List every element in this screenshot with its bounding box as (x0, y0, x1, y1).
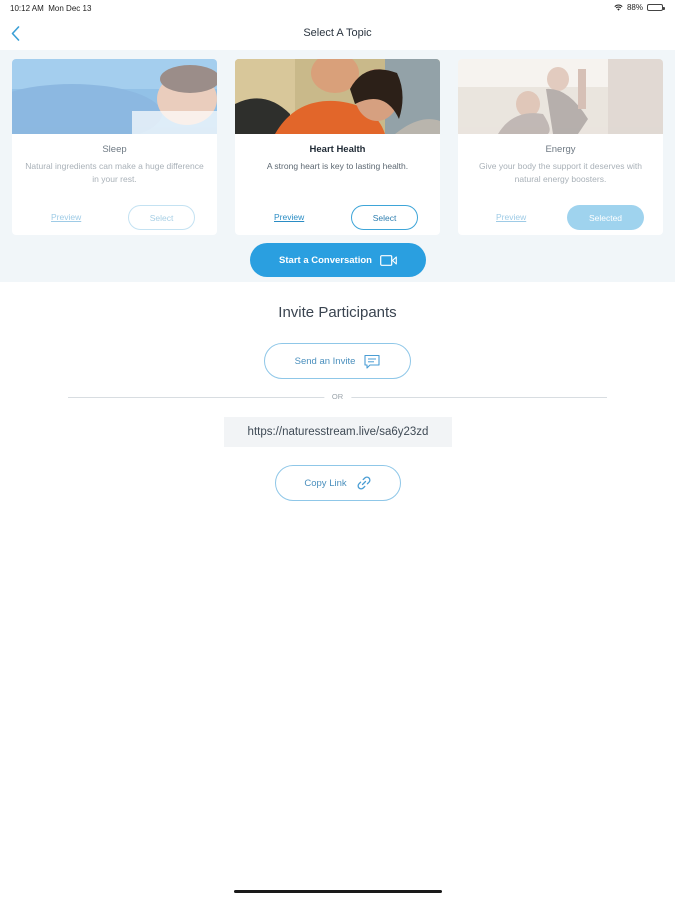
select-button[interactable]: Select (128, 205, 195, 230)
copy-link-label: Copy Link (304, 477, 347, 489)
topic-title: Sleep (102, 144, 127, 155)
topic-title: Energy (545, 144, 576, 155)
invite-title: Invite Participants (278, 304, 397, 321)
select-button[interactable]: Select (351, 205, 418, 230)
nav-bar: Select A Topic (0, 16, 675, 50)
preview-link[interactable]: Preview (496, 212, 526, 222)
send-invite-button[interactable]: Send an Invite (264, 343, 411, 379)
topic-image-energy (458, 59, 663, 134)
status-right: 88% (614, 3, 665, 12)
invite-link-field[interactable]: https://naturesstream.live/sa6y23zd (224, 417, 452, 447)
topic-image-heart-health (235, 59, 440, 134)
preview-link[interactable]: Preview (274, 212, 304, 222)
or-divider: OR (68, 392, 607, 401)
wifi-icon (614, 4, 623, 11)
battery-percent: 88% (626, 3, 643, 12)
message-icon (364, 354, 380, 369)
start-conversation-label: Start a Conversation (279, 254, 372, 266)
or-label: OR (323, 392, 352, 401)
start-conversation-button[interactable]: Start a Conversation (250, 243, 426, 277)
page-title: Select A Topic (303, 27, 372, 39)
send-invite-label: Send an Invite (294, 355, 356, 367)
topic-description: Natural ingredients can make a huge diff… (25, 161, 204, 184)
energy-photo (458, 59, 663, 134)
battery-icon (647, 4, 665, 11)
status-time: 10:12 AM Mon Dec 13 (10, 4, 91, 13)
topic-description: Give your body the support it deserves w… (479, 161, 642, 184)
topic-title: Heart Health (309, 144, 366, 155)
status-bar: 10:12 AM Mon Dec 13 88% (0, 0, 675, 16)
topic-actions: Preview Select (235, 205, 440, 231)
topic-panel: Sleep Natural ingredients can make a hug… (0, 50, 675, 282)
status-date: Mon Dec 13 (48, 4, 92, 13)
topic-actions: Preview Select (12, 205, 217, 231)
home-indicator (234, 890, 442, 893)
topic-image-sleep (12, 59, 217, 134)
status-clock: 10:12 AM (10, 4, 44, 13)
topic-actions: Preview Selected (458, 205, 663, 231)
link-icon (357, 476, 371, 490)
heart-health-photo (235, 59, 440, 134)
copy-link-button[interactable]: Copy Link (275, 465, 401, 501)
invite-link-text: https://naturesstream.live/sa6y23zd (247, 426, 429, 438)
video-icon (380, 254, 397, 266)
topic-card-sleep[interactable]: Sleep Natural ingredients can make a hug… (12, 59, 217, 235)
topic-card-energy[interactable]: Energy Give your body the support it des… (458, 59, 663, 235)
selected-button[interactable]: Selected (567, 205, 644, 230)
screen: 10:12 AM Mon Dec 13 88% Select A Topic S… (0, 0, 675, 900)
topic-description: A strong heart is key to lasting health. (266, 161, 409, 171)
topic-card-heart-health[interactable]: Heart Health A strong heart is key to la… (235, 59, 440, 235)
preview-link[interactable]: Preview (51, 212, 81, 222)
sleep-photo (12, 59, 217, 134)
